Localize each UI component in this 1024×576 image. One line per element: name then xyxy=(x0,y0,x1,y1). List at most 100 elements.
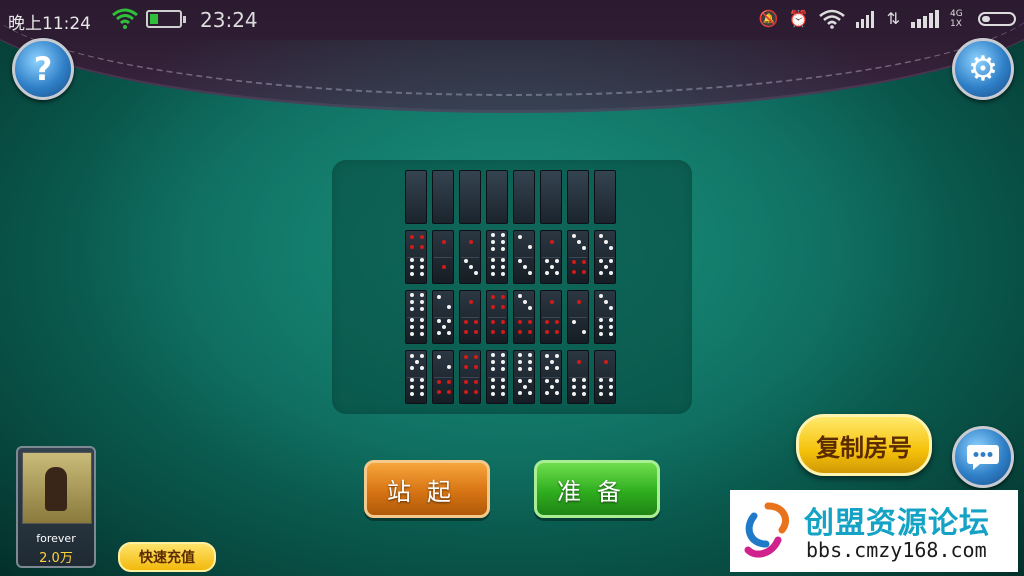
status-time: 晚上11:24 xyxy=(8,14,91,34)
domino-tile[interactable] xyxy=(513,230,535,284)
domino-pip xyxy=(420,378,424,382)
domino-pip xyxy=(410,258,414,262)
domino-tile[interactable] xyxy=(459,350,481,404)
domino-pip xyxy=(604,300,608,304)
domino-tile[interactable] xyxy=(486,350,508,404)
domino-pip xyxy=(545,379,549,383)
domino-tile[interactable] xyxy=(513,350,535,404)
domino-pip xyxy=(469,265,473,269)
domino-tile[interactable] xyxy=(405,230,427,284)
domino-pip xyxy=(528,330,532,334)
domino-pip xyxy=(599,259,603,263)
domino-pip xyxy=(518,320,522,324)
domino-tile[interactable] xyxy=(432,350,454,404)
domino-tile[interactable] xyxy=(459,290,481,344)
alarm-icon: ⏰ xyxy=(788,9,809,28)
domino-half xyxy=(407,257,425,282)
domino-pip xyxy=(410,245,414,249)
toggle-indicator-icon xyxy=(978,12,1016,26)
domino-tile[interactable] xyxy=(432,290,454,344)
domino-pip xyxy=(491,265,495,269)
domino-tile[interactable] xyxy=(594,290,616,344)
domino-half xyxy=(569,377,587,402)
domino-pip xyxy=(420,366,424,370)
domino-pip xyxy=(491,385,495,389)
copy-room-number-button[interactable]: 复制房号 xyxy=(796,414,932,476)
domino-pip xyxy=(577,240,581,244)
domino-tile[interactable] xyxy=(594,350,616,404)
domino-tile[interactable] xyxy=(540,350,562,404)
domino-half xyxy=(434,377,452,402)
domino-pip xyxy=(523,300,527,304)
domino-half xyxy=(434,317,452,342)
domino-pip xyxy=(442,240,446,244)
domino-pip xyxy=(474,390,478,394)
domino-tile[interactable] xyxy=(486,230,508,284)
domino-pip xyxy=(545,330,549,334)
domino-tile[interactable] xyxy=(432,230,454,284)
chat-button[interactable] xyxy=(952,426,1014,488)
watermark-url: bbs.cmzy168.com xyxy=(806,538,987,562)
domino-tile-facedown[interactable] xyxy=(432,170,454,224)
player-card[interactable]: forever 2.0万 xyxy=(16,446,96,568)
domino-tiles xyxy=(405,170,619,410)
help-button[interactable]: ? xyxy=(12,38,74,100)
stand-up-button[interactable]: 站起 xyxy=(364,460,490,518)
domino-tile-facedown[interactable] xyxy=(459,170,481,224)
domino-pip xyxy=(410,318,414,322)
domino-pip xyxy=(518,330,522,334)
domino-tile-facedown[interactable] xyxy=(513,170,535,224)
domino-pip xyxy=(420,265,424,269)
domino-pip xyxy=(491,258,495,262)
domino-tile-facedown[interactable] xyxy=(567,170,589,224)
settings-button[interactable]: ⚙ xyxy=(952,38,1014,100)
domino-pip xyxy=(555,330,559,334)
domino-half xyxy=(461,292,479,318)
domino-tile-facedown[interactable] xyxy=(405,170,427,224)
domino-tile[interactable] xyxy=(405,290,427,344)
domino-tile[interactable] xyxy=(594,230,616,284)
domino-pip xyxy=(572,385,576,389)
domino-tile[interactable] xyxy=(567,350,589,404)
domino-half xyxy=(569,232,587,258)
domino-pip xyxy=(523,265,527,269)
domino-pip xyxy=(447,390,451,394)
domino-pip xyxy=(501,385,505,389)
domino-tile[interactable] xyxy=(459,230,481,284)
domino-tile[interactable] xyxy=(513,290,535,344)
domino-half xyxy=(542,232,560,258)
domino-pip xyxy=(609,385,613,389)
wifi-icon xyxy=(112,8,138,29)
domino-tile[interactable] xyxy=(486,290,508,344)
domino-row xyxy=(405,230,619,284)
watermark: 创盟资源论坛 bbs.cmzy168.com xyxy=(730,490,1018,572)
domino-pip xyxy=(420,325,424,329)
domino-tile[interactable] xyxy=(540,290,562,344)
domino-pip xyxy=(501,258,505,262)
domino-tile-facedown[interactable] xyxy=(486,170,508,224)
domino-pip xyxy=(577,360,581,364)
domino-pip xyxy=(491,305,495,309)
domino-pip xyxy=(420,258,424,262)
domino-pip xyxy=(420,307,424,311)
quick-recharge-button[interactable]: 快速充值 xyxy=(118,542,216,572)
domino-tile[interactable] xyxy=(540,230,562,284)
domino-pip xyxy=(410,385,414,389)
domino-pip xyxy=(528,353,532,357)
domino-pip xyxy=(609,325,613,329)
domino-half xyxy=(461,352,479,378)
avatar-figure xyxy=(45,467,67,511)
domino-tile[interactable] xyxy=(405,350,427,404)
domino-tile[interactable] xyxy=(567,230,589,284)
domino-pip xyxy=(437,319,441,323)
domino-pip xyxy=(437,331,441,335)
domino-pip xyxy=(442,325,446,329)
domino-pip xyxy=(518,294,522,298)
domino-pip xyxy=(420,300,424,304)
domino-tile-facedown[interactable] xyxy=(594,170,616,224)
ready-button[interactable]: 准备 xyxy=(534,460,660,518)
domino-pip xyxy=(528,367,532,371)
domino-pip xyxy=(464,355,468,359)
domino-tile[interactable] xyxy=(567,290,589,344)
domino-tile-facedown[interactable] xyxy=(540,170,562,224)
